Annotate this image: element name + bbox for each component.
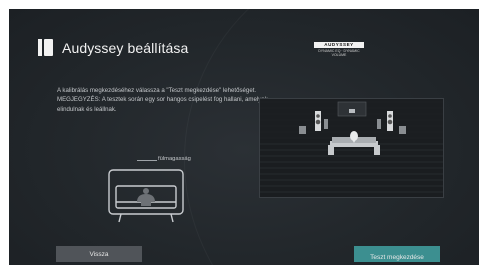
sofa-diagram bbox=[108, 169, 184, 223]
logo-top-text: AUDYSSEY bbox=[314, 42, 364, 48]
logo-bottom-text: DYNAMIC EQ · DYNAMIC VOLUME bbox=[318, 49, 360, 57]
start-test-button[interactable]: Teszt megkezdése bbox=[354, 246, 440, 262]
audyssey-logo: AUDYSSEY DYNAMIC EQ · DYNAMIC VOLUME bbox=[314, 42, 364, 58]
room-illustration bbox=[259, 98, 444, 198]
speaker-icon bbox=[38, 39, 54, 56]
ear-height-line bbox=[137, 160, 157, 161]
page-header: Audyssey beállítása bbox=[38, 39, 188, 56]
ear-height-label: fülmagasság bbox=[158, 156, 191, 162]
page-title: Audyssey beállítása bbox=[62, 39, 189, 56]
start-test-label: Teszt megkezdése bbox=[370, 254, 424, 261]
setup-screen: Audyssey beállítása AUDYSSEY DYNAMIC EQ … bbox=[9, 9, 479, 265]
instruction-text: A kalibrálás megkezdéséhez válassza a "T… bbox=[57, 87, 268, 113]
back-button[interactable]: Vissza bbox=[56, 246, 142, 262]
